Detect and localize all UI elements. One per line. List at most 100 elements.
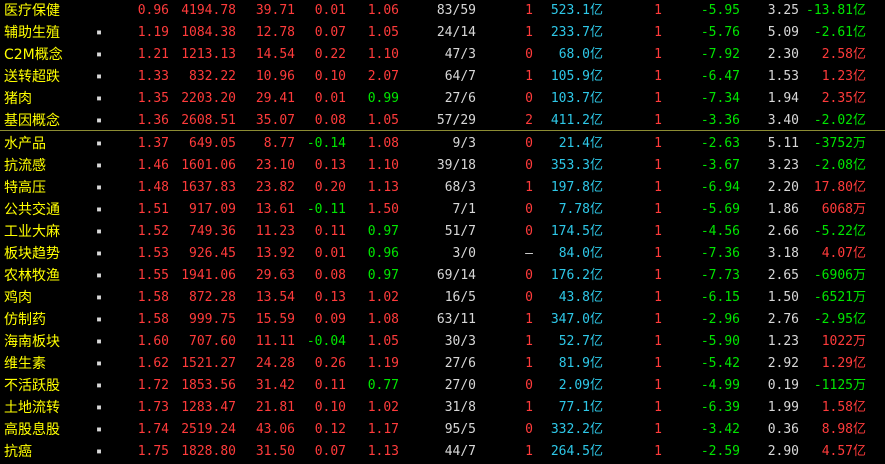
table-row[interactable]: 抗流感 ▪ 1.46 1601.06 23.10 0.13 1.10 39/18 0 353.3亿… bbox=[0, 155, 885, 177]
row-marker: ▪ bbox=[95, 182, 103, 193]
turnover-rate: 1.94 bbox=[767, 91, 799, 106]
lead-count: 1 bbox=[654, 290, 662, 305]
table-row[interactable]: 维生素 ▪ 1.62 1521.27 24.28 0.26 1.19 27/6 1 81.9亿 1 -… bbox=[0, 353, 885, 375]
change-pct: 1.19 bbox=[137, 25, 169, 40]
sector-name: 辅助生殖 bbox=[4, 25, 60, 41]
five-day-change: -7.36 bbox=[700, 246, 740, 261]
table-row[interactable]: C2M概念 ▪ 1.21 1213.13 14.54 0.22 1.10 47/3 0 68.0亿… bbox=[0, 44, 885, 66]
lead-count: 1 bbox=[654, 444, 662, 459]
volume-ratio: 0.96 bbox=[367, 246, 399, 261]
change-amount: 43.06 bbox=[255, 422, 295, 437]
price: 832.22 bbox=[189, 69, 236, 84]
price: 1828.80 bbox=[181, 444, 236, 459]
limit-up-count: 1 bbox=[525, 400, 533, 415]
change-amount: 12.78 bbox=[255, 25, 295, 40]
row-marker: ▪ bbox=[95, 204, 103, 215]
lead-count: 1 bbox=[654, 113, 662, 128]
change-amount: 29.41 bbox=[255, 91, 295, 106]
lead-count: 1 bbox=[654, 246, 662, 261]
price: 1213.13 bbox=[181, 47, 236, 62]
sector-name: 抗流感 bbox=[4, 158, 46, 174]
up-down-count: 31/8 bbox=[444, 400, 476, 415]
turnover: 176.2亿 bbox=[550, 268, 603, 283]
limit-up-count: 0 bbox=[525, 422, 533, 437]
turnover: 174.5亿 bbox=[550, 224, 603, 239]
five-day-change: -7.92 bbox=[700, 47, 740, 62]
sector-name: 特高压 bbox=[4, 180, 46, 196]
speed: -0.14 bbox=[306, 136, 346, 151]
table-row[interactable]: 海南板块 ▪ 1.60 707.60 11.11 -0.04 1.05 30/3 1 52.7亿 1… bbox=[0, 331, 885, 353]
sector-name: 高股息股 bbox=[4, 422, 60, 438]
change-pct: 1.55 bbox=[137, 268, 169, 283]
table-row[interactable]: 送转超跌 ▪ 1.33 832.22 10.96 0.10 2.07 64/7 1 105.9亿 1… bbox=[0, 66, 885, 88]
up-down-count: 57/29 bbox=[436, 113, 476, 128]
up-down-count: 64/7 bbox=[444, 69, 476, 84]
speed: 0.10 bbox=[314, 69, 346, 84]
sector-name: 海南板块 bbox=[4, 334, 60, 350]
limit-up-count: 0 bbox=[525, 378, 533, 393]
table-row[interactable]: 土地流转 ▪ 1.73 1283.47 21.81 0.10 1.02 31/8 1 77.1亿 1… bbox=[0, 397, 885, 419]
table-row[interactable]: 特高压 ▪ 1.48 1637.83 23.82 0.20 1.13 68/3 1 197.8亿 1… bbox=[0, 177, 885, 199]
table-row[interactable]: 板块趋势 ▪ 1.53 926.45 13.92 0.01 0.96 3/0 – 84.0亿 1 -7… bbox=[0, 243, 885, 265]
speed: -0.11 bbox=[306, 202, 346, 217]
price: 2203.20 bbox=[181, 91, 236, 106]
table-row[interactable]: 公共交通 ▪ 1.51 917.09 13.61 -0.11 1.50 7/1 0 7.78亿 1 -… bbox=[0, 199, 885, 221]
sector-name: 水产品 bbox=[4, 136, 46, 152]
table-row[interactable]: 辅助生殖 ▪ 1.19 1084.38 12.78 0.07 1.05 24/14 1 233.7… bbox=[0, 22, 885, 44]
five-day-change: -3.36 bbox=[700, 113, 740, 128]
turnover: 68.0亿 bbox=[558, 47, 603, 62]
lead-count: 1 bbox=[654, 224, 662, 239]
row-marker: ▪ bbox=[95, 115, 103, 126]
table-row[interactable]: 抗癌 ▪ 1.75 1828.80 31.50 0.07 1.13 44/7 1 264.5亿 1 -… bbox=[0, 441, 885, 463]
change-pct: 1.35 bbox=[137, 91, 169, 106]
sector-name: 抗癌 bbox=[4, 444, 32, 460]
table-row[interactable]: 水产品 ▪ 1.37 649.05 8.77 -0.14 1.08 9/3 0 21.4亿 1 -2.… bbox=[0, 133, 885, 155]
table-row[interactable]: 猪肉 ▪ 1.35 2203.20 29.41 0.01 0.99 27/6 0 103.7亿 1 -… bbox=[0, 88, 885, 110]
sector-name: 公共交通 bbox=[4, 202, 60, 218]
table-row[interactable]: 鸡肉 ▪ 1.58 872.28 13.54 0.13 1.02 16/5 0 43.8亿 1 -6.… bbox=[0, 287, 885, 309]
table-row[interactable]: 仿制药 ▪ 1.58 999.75 15.59 0.09 1.08 63/11 1 347.0亿 1… bbox=[0, 309, 885, 331]
up-down-count: 83/59 bbox=[436, 3, 476, 18]
speed: 0.11 bbox=[314, 224, 346, 239]
limit-up-count: 1 bbox=[525, 69, 533, 84]
turnover: 411.2亿 bbox=[550, 113, 603, 128]
up-down-count: 39/18 bbox=[436, 158, 476, 173]
row-marker: ▪ bbox=[95, 424, 103, 435]
table-row[interactable]: 农林牧渔 ▪ 1.55 1941.06 29.63 0.08 0.97 69/14 0 176.2… bbox=[0, 265, 885, 287]
table-row[interactable]: 高股息股 ▪ 1.74 2519.24 43.06 0.12 1.17 95/5 0 332.2亿… bbox=[0, 419, 885, 441]
volume-ratio: 1.06 bbox=[367, 3, 399, 18]
change-amount: 23.82 bbox=[255, 180, 295, 195]
five-day-change: -6.39 bbox=[700, 400, 740, 415]
turnover: 2.09亿 bbox=[558, 378, 603, 393]
volume-ratio: 1.13 bbox=[367, 444, 399, 459]
change-amount: 23.10 bbox=[255, 158, 295, 173]
change-pct: 1.53 bbox=[137, 246, 169, 261]
sector-name: 仿制药 bbox=[4, 312, 46, 328]
table-row[interactable]: 基因概念 ▪ 1.36 2608.51 35.07 0.08 1.05 57/29 2 411.2… bbox=[0, 110, 885, 132]
lead-count: 1 bbox=[654, 334, 662, 349]
speed: 0.01 bbox=[314, 246, 346, 261]
change-pct: 1.37 bbox=[137, 136, 169, 151]
limit-up-count: – bbox=[525, 246, 533, 261]
five-day-change: -5.76 bbox=[700, 25, 740, 40]
lead-count: 1 bbox=[654, 356, 662, 371]
row-marker: ▪ bbox=[95, 93, 103, 104]
up-down-count: 95/5 bbox=[444, 422, 476, 437]
net-inflow: 1022万 bbox=[821, 334, 866, 349]
table-row[interactable]: 医疗保健 0.96 4194.78 39.71 0.01 1.06 83/59 1 523.1亿… bbox=[0, 0, 885, 22]
change-pct: 1.52 bbox=[137, 224, 169, 239]
volume-ratio: 1.05 bbox=[367, 334, 399, 349]
change-amount: 11.23 bbox=[255, 224, 295, 239]
table-row[interactable]: 不活跃股 ▪ 1.72 1853.56 31.42 0.11 0.77 27/0 0 2.09亿 1… bbox=[0, 375, 885, 397]
table-row[interactable]: 工业大麻 ▪ 1.52 749.36 11.23 0.11 0.97 51/7 0 174.5亿 1… bbox=[0, 221, 885, 243]
row-marker: ▪ bbox=[95, 270, 103, 281]
up-down-count: 69/14 bbox=[436, 268, 476, 283]
limit-up-count: 0 bbox=[525, 91, 533, 106]
five-day-change: -7.73 bbox=[700, 268, 740, 283]
net-inflow: 4.07亿 bbox=[821, 246, 866, 261]
net-inflow: 2.58亿 bbox=[821, 47, 866, 62]
lead-count: 1 bbox=[654, 180, 662, 195]
turnover: 353.3亿 bbox=[550, 158, 603, 173]
limit-up-count: 1 bbox=[525, 356, 533, 371]
speed: 0.09 bbox=[314, 312, 346, 327]
